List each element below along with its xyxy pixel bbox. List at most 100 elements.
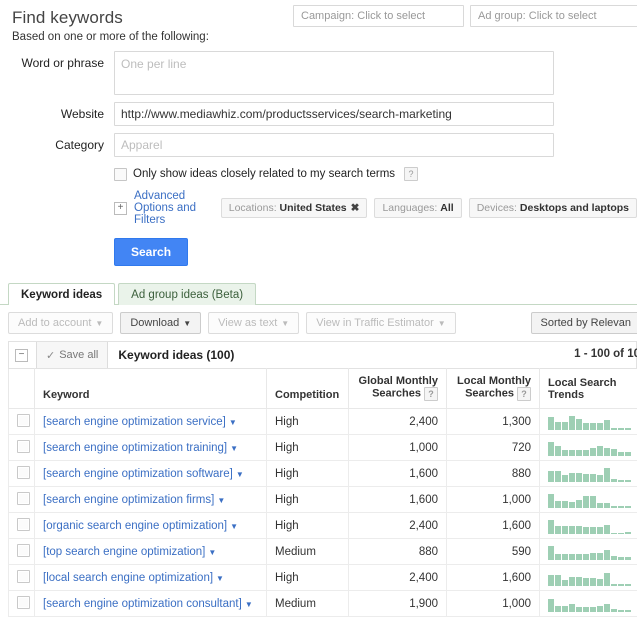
chip-label-languages: Languages:	[382, 202, 437, 214]
local-monthly-searches-cell: 880	[447, 461, 540, 487]
row-checkbox[interactable]	[17, 414, 30, 427]
keyword-link[interactable]: [local search engine optimization]	[43, 572, 213, 584]
collapse-icon[interactable]: −	[15, 349, 28, 362]
column-header-local-monthly-searches[interactable]: Local Monthly Searches?	[447, 369, 540, 409]
row-checkbox-cell	[9, 487, 35, 513]
trend-bar	[583, 496, 589, 508]
keyword-cell: [search engine optimization training]▼	[35, 435, 267, 461]
table-row: [search engine optimization consultant]▼…	[9, 591, 637, 617]
local-search-trends-cell	[540, 513, 637, 539]
view-as-text-button[interactable]: View as text▼	[208, 312, 299, 334]
remove-location-icon[interactable]: ✖	[351, 202, 360, 214]
trend-bar	[576, 554, 582, 560]
closely-related-label: Only show ideas closely related to my se…	[133, 168, 395, 180]
chevron-down-icon[interactable]: ▼	[230, 444, 238, 453]
row-checkbox[interactable]	[17, 570, 30, 583]
trend-bar	[576, 607, 582, 612]
page-subtitle: Based on one or more of the following:	[12, 31, 637, 43]
help-icon[interactable]: ?	[517, 387, 531, 401]
website-label: Website	[12, 102, 114, 121]
keyword-cell: [search engine optimization firms]▼	[35, 487, 267, 513]
global-monthly-searches-cell: 2,400	[349, 565, 447, 591]
trend-bar	[611, 556, 617, 560]
filter-chip-devices[interactable]: Devices: Desktops and laptops	[469, 198, 637, 218]
expand-plus-icon[interactable]: +	[114, 202, 127, 215]
campaign-selector[interactable]: Campaign: Click to select	[293, 5, 464, 27]
column-header-global-monthly-searches[interactable]: Global Monthly Searches?	[349, 369, 447, 409]
tab-keyword-ideas[interactable]: Keyword ideas	[8, 283, 115, 305]
trend-bar	[625, 584, 631, 586]
row-checkbox[interactable]	[17, 440, 30, 453]
trend-sparkline	[548, 595, 633, 612]
trend-bar	[604, 604, 610, 612]
keyword-link[interactable]: [search engine optimization consultant]	[43, 598, 242, 610]
tab-ad-group-ideas[interactable]: Ad group ideas (Beta)	[118, 283, 256, 305]
keyword-link[interactable]: [search engine optimization software]	[43, 468, 233, 480]
view-in-traffic-estimator-button[interactable]: View in Traffic Estimator▼	[306, 312, 456, 334]
sort-dropdown[interactable]: Sorted by Relevan	[531, 312, 637, 334]
trend-bar	[625, 480, 631, 482]
select-all-column-header	[9, 369, 35, 409]
word-or-phrase-input[interactable]	[114, 51, 554, 95]
trend-bar	[597, 475, 603, 482]
chevron-down-icon[interactable]: ▼	[245, 600, 253, 609]
row-checkbox-cell	[9, 409, 35, 435]
help-icon[interactable]: ?	[404, 167, 418, 181]
trend-bar	[597, 579, 603, 586]
competition-cell: High	[267, 487, 349, 513]
chevron-down-icon: ▼	[281, 319, 289, 328]
advanced-options-link[interactable]: Advanced Options and Filters	[134, 190, 214, 226]
closely-related-checkbox[interactable]	[114, 168, 127, 181]
trend-bar	[569, 450, 575, 456]
trend-bar	[569, 604, 575, 612]
local-monthly-searches-cell: 1,000	[447, 591, 540, 617]
trend-bar	[604, 420, 610, 430]
save-all-button[interactable]: ✓ Save all	[36, 342, 108, 368]
trend-bar	[604, 503, 610, 508]
view-in-traffic-estimator-label: View in Traffic Estimator	[316, 317, 434, 329]
chevron-down-icon[interactable]: ▼	[230, 522, 238, 531]
adgroup-selector[interactable]: Ad group: Click to select	[470, 5, 637, 27]
global-monthly-searches-cell: 880	[349, 539, 447, 565]
keyword-cell: [top search engine optimization]▼	[35, 539, 267, 565]
trend-sparkline	[548, 543, 633, 560]
keyword-link[interactable]: [organic search engine optimization]	[43, 520, 227, 532]
trend-bar	[583, 474, 589, 482]
filter-chip-locations[interactable]: Locations: United States✖	[221, 198, 368, 218]
row-checkbox[interactable]	[17, 596, 30, 609]
chevron-down-icon[interactable]: ▼	[216, 574, 224, 583]
category-label: Category	[12, 133, 114, 152]
search-button[interactable]: Search	[114, 238, 188, 266]
chip-value-devices: Desktops and laptops	[520, 202, 629, 214]
chevron-down-icon[interactable]: ▼	[229, 418, 237, 427]
account-selectors: Campaign: Click to select Ad group: Clic…	[293, 5, 637, 27]
check-icon: ✓	[46, 349, 55, 362]
keyword-link[interactable]: [search engine optimization firms]	[43, 494, 214, 506]
row-checkbox-cell	[9, 539, 35, 565]
trend-bar	[569, 416, 575, 430]
chevron-down-icon[interactable]: ▼	[236, 470, 244, 479]
filter-chip-languages[interactable]: Languages: All	[374, 198, 461, 218]
competition-cell: Medium	[267, 539, 349, 565]
keyword-link[interactable]: [top search engine optimization]	[43, 546, 205, 558]
add-to-account-button[interactable]: Add to account▼	[8, 312, 113, 334]
category-input[interactable]	[114, 133, 554, 157]
trend-bar	[555, 471, 561, 482]
keyword-link[interactable]: [search engine optimization training]	[43, 442, 227, 454]
chevron-down-icon[interactable]: ▼	[217, 496, 225, 505]
column-header-competition[interactable]: Competition	[267, 369, 349, 409]
row-checkbox[interactable]	[17, 466, 30, 479]
help-icon[interactable]: ?	[424, 387, 438, 401]
column-header-keyword[interactable]: Keyword	[35, 369, 267, 409]
trend-bar	[569, 577, 575, 586]
download-button[interactable]: Download▼	[120, 312, 201, 334]
row-checkbox[interactable]	[17, 518, 30, 531]
trend-bar	[604, 468, 610, 482]
chevron-down-icon[interactable]: ▼	[208, 548, 216, 557]
chip-value-locations: United States	[280, 202, 347, 214]
row-checkbox[interactable]	[17, 544, 30, 557]
row-checkbox[interactable]	[17, 492, 30, 505]
keyword-link[interactable]: [search engine optimization service]	[43, 416, 226, 428]
trend-bar	[548, 417, 554, 430]
website-input[interactable]	[114, 102, 554, 126]
